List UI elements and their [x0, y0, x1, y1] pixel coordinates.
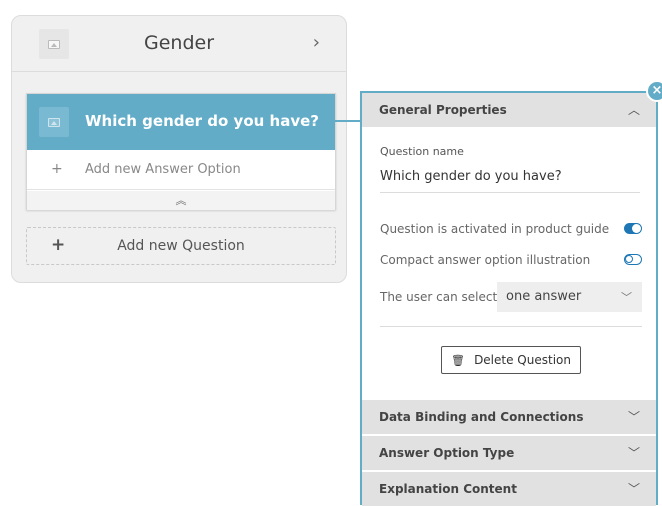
question-title: Which gender do you have? — [85, 112, 319, 130]
add-answer-option-label: Add new Answer Option — [85, 162, 241, 177]
category-title: Gender — [143, 32, 215, 54]
chevron-up-icon: ︿ — [627, 103, 640, 117]
connector-line — [335, 120, 361, 122]
question-name-label: Question name — [380, 145, 464, 158]
chevron-down-icon: ﹀ — [621, 291, 632, 304]
add-question-label: Add new Question — [117, 238, 245, 254]
compact-label: Compact answer option illustration — [380, 253, 591, 267]
accordion-answer-option-type[interactable]: Answer Option Type ﹀ — [362, 436, 656, 470]
image-placeholder-icon[interactable] — [39, 29, 69, 59]
accordion-explanation-content[interactable]: Explanation Content ﹀ — [362, 472, 656, 506]
accordion-data-binding[interactable]: Data Binding and Connections ﹀ — [362, 400, 656, 434]
add-answer-option-button[interactable]: + Add new Answer Option — [27, 150, 335, 190]
close-icon[interactable]: × — [646, 80, 662, 102]
general-properties-body: Question name Which gender do you have? … — [362, 127, 656, 399]
compact-row: Compact answer option illustration — [380, 251, 642, 271]
activated-label: Question is activated in product guide — [380, 222, 610, 236]
divider — [380, 326, 642, 327]
trash-icon: 🗑 — [451, 354, 465, 367]
chevron-right-icon[interactable]: › — [313, 32, 320, 53]
question-name-input[interactable]: Which gender do you have? — [380, 163, 640, 193]
double-chevron-up-icon[interactable]: ︽ — [27, 191, 335, 210]
question-block: Which gender do you have? + Add new Answ… — [26, 93, 336, 210]
compact-toggle[interactable] — [624, 254, 642, 265]
answer-count-value: one answer — [506, 289, 582, 304]
chevron-down-icon: ﹀ — [627, 482, 640, 496]
select-row: The user can select one answer ﹀ — [380, 282, 642, 312]
category-header[interactable]: Gender › — [12, 16, 346, 72]
user-can-select-label: The user can select — [380, 290, 498, 304]
activated-row: Question is activated in product guide — [380, 220, 642, 240]
delete-question-button[interactable]: 🗑 Delete Question — [441, 346, 581, 374]
chevron-down-icon: ﹀ — [627, 446, 640, 460]
chevron-down-icon: ﹀ — [627, 410, 640, 424]
accordion-label: Answer Option Type — [379, 446, 515, 460]
question-header[interactable]: Which gender do you have? — [27, 94, 335, 150]
category-card: Gender › Which gender do you have? + Add… — [11, 15, 347, 283]
accordion-general-properties[interactable]: General Properties ︿ — [362, 93, 656, 127]
answer-count-select[interactable]: one answer ﹀ — [497, 282, 642, 312]
accordion-label: Explanation Content — [379, 482, 517, 496]
activated-toggle[interactable] — [624, 223, 642, 234]
delete-question-label: Delete Question — [474, 353, 571, 367]
image-placeholder-icon[interactable] — [39, 107, 69, 137]
add-question-button[interactable]: + Add new Question — [26, 227, 336, 265]
plus-icon: + — [51, 161, 63, 177]
properties-panel: General Properties ︿ Question name Which… — [360, 91, 658, 506]
accordion-label: Data Binding and Connections — [379, 410, 584, 424]
accordion-label: General Properties — [379, 103, 507, 117]
